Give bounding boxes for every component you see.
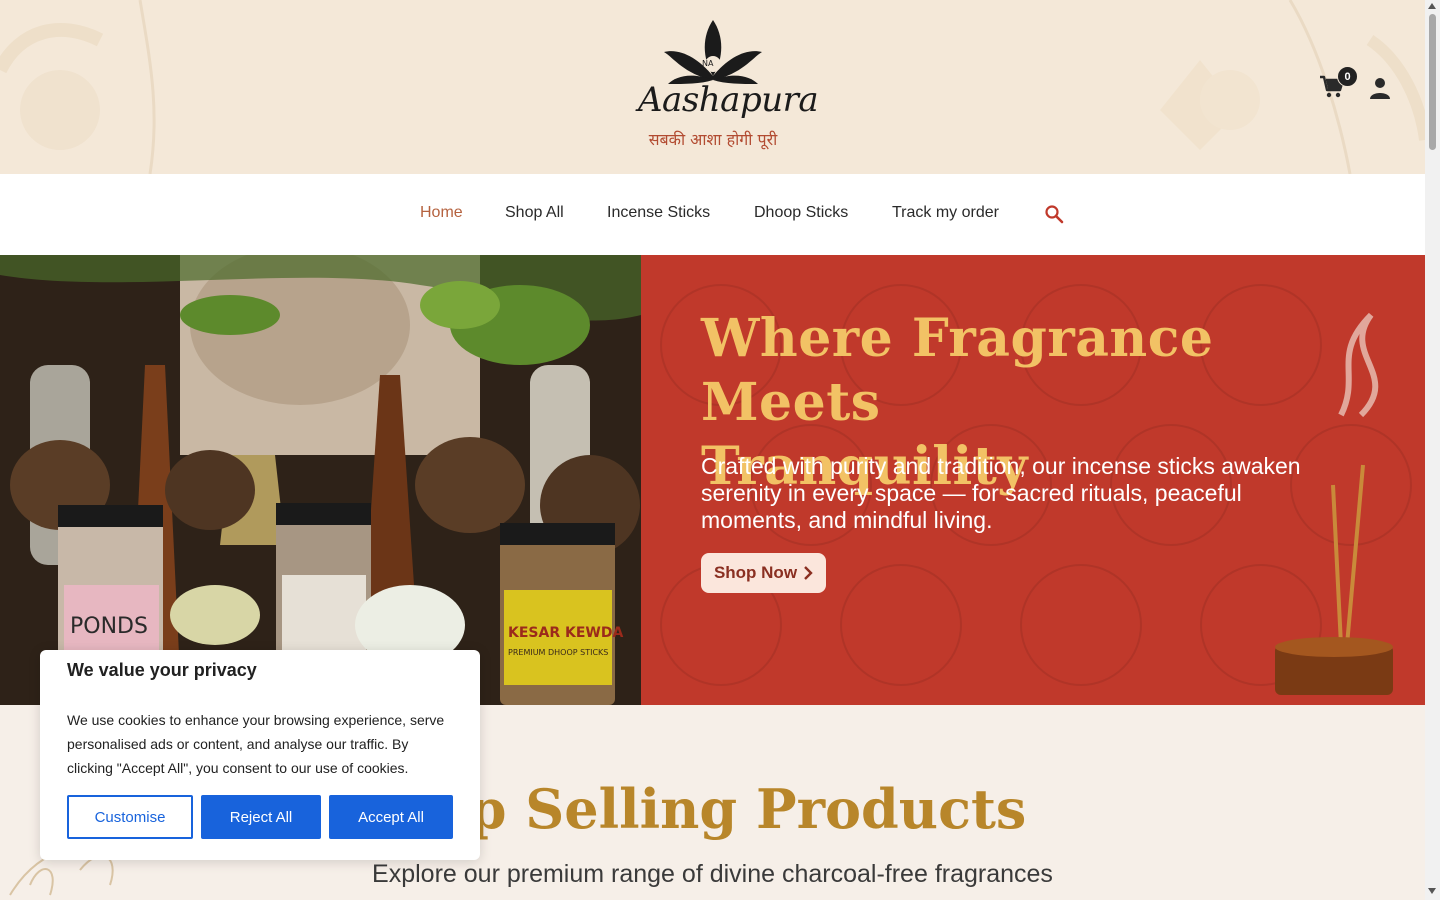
nav-item-home[interactable]: Home [420,204,463,222]
nav-item-shop-all[interactable]: Shop All [505,204,564,222]
cookie-consent-banner: We value your privacy We use cookies to … [40,650,480,860]
page: NA Aashapura सबकी आशा होगी पूरी 0 Home S… [0,0,1425,900]
cart-count-badge: 0 [1337,66,1358,87]
hero-image: PONDS KESAR KEWDA PREMIUM DHOOP STICKS [0,255,641,705]
brand-logo[interactable]: NA Aashapura सबकी आशा होगी पूरी [638,18,819,153]
user-icon[interactable] [1368,76,1392,100]
jar-label-kesar: KESAR KEWDA [508,625,623,641]
nav-item-incense-sticks[interactable]: Incense Sticks [607,204,710,222]
hero-title-line-1: Where Fragrance [701,308,1214,369]
lotus-logo-icon [664,20,762,84]
main-navigation: Home Shop All Incense Sticks Dhoop Stick… [0,174,1425,255]
vertical-scrollbar[interactable] [1425,0,1440,900]
hero-subtitle: Crafted with purity and tradition, our i… [701,453,1301,533]
incense-jars-photo: PONDS KESAR KEWDA PREMIUM DHOOP STICKS [0,255,641,705]
logo-monogram: NA [702,59,714,68]
shop-now-button[interactable]: Shop Now [701,553,826,593]
search-icon[interactable] [1044,204,1064,224]
jar-label-ponds: PONDS [70,614,148,639]
logo-name: Aashapura [638,80,819,120]
site-header: NA Aashapura सबकी आशा होगी पूरी 0 [0,0,1425,174]
nav-item-dhoop-sticks[interactable]: Dhoop Sticks [754,204,848,222]
shop-now-label: Shop Now [713,563,798,582]
reject-all-button[interactable]: Reject All [201,795,321,839]
customise-button[interactable]: Customise [67,795,193,839]
cookie-text: We use cookies to enhance your browsing … [67,712,445,776]
accept-all-button[interactable]: Accept All [329,795,453,839]
scroll-up-arrow-icon[interactable] [1428,3,1436,9]
cookie-title: We value your privacy [67,660,257,680]
nav-item-track-order[interactable]: Track my order [892,204,999,222]
chevron-right-icon [804,566,813,580]
scrollbar-thumb[interactable] [1429,14,1436,150]
hero-banner: Where Fragrance Meets Tranquility Crafte… [641,255,1425,705]
floral-decoration-left [0,0,156,174]
logo-tagline: सबकी आशा होगी पूरी [648,130,778,149]
jar-label-dhoop: PREMIUM DHOOP STICKS [508,648,608,657]
section-subtitle: Explore our premium range of divine char… [372,860,1053,888]
scroll-down-arrow-icon[interactable] [1428,888,1436,894]
